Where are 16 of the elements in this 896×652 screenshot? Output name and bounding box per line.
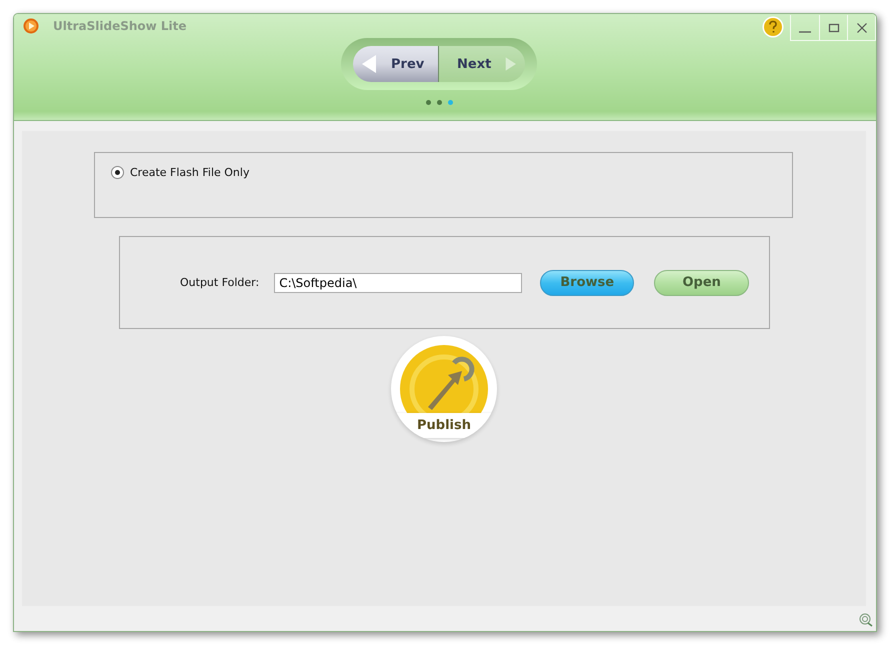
output-folder-field[interactable]: C:\Softpedia\ bbox=[274, 272, 522, 292]
radio-button[interactable] bbox=[111, 166, 124, 179]
help-icon[interactable] bbox=[762, 16, 784, 38]
minimize-icon bbox=[799, 30, 811, 32]
open-button[interactable]: Open bbox=[654, 270, 749, 296]
maximize-icon bbox=[828, 22, 840, 34]
next-button[interactable]: Next bbox=[439, 46, 525, 82]
publish-button[interactable]: Publish bbox=[391, 336, 497, 442]
play-logo-icon bbox=[23, 18, 39, 34]
prev-button[interactable]: Prev bbox=[353, 46, 439, 82]
resize-grip-icon[interactable] bbox=[859, 613, 873, 627]
left-arrow-icon bbox=[361, 54, 377, 74]
close-icon bbox=[856, 22, 868, 34]
output-folder-label: Output Folder: bbox=[180, 276, 260, 289]
radio-label: Create Flash File Only bbox=[130, 166, 250, 179]
window-title: UltraSlideShow Lite bbox=[53, 19, 187, 33]
